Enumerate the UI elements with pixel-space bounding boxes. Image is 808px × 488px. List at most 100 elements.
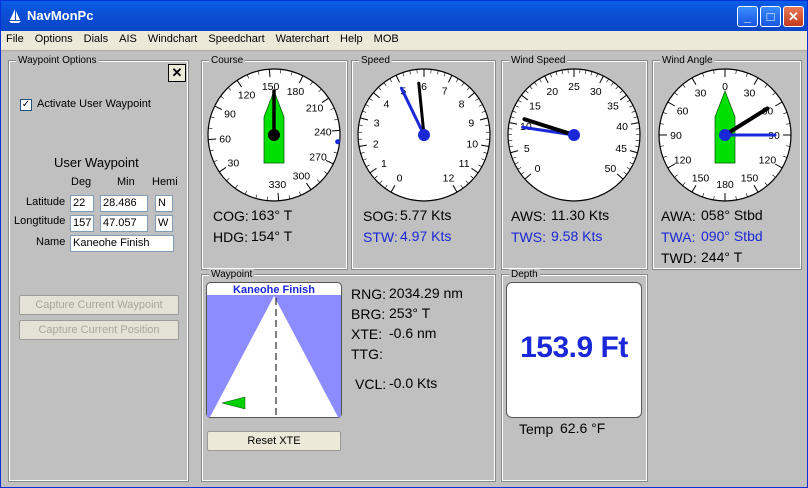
waypoint-options-label: Waypoint Options: [16, 55, 99, 66]
menu-dials[interactable]: Dials: [79, 31, 114, 45]
speed-tick-label: 10: [466, 139, 478, 151]
app-window: NavMonPc _ □ ✕ File Options Dials AIS Windch…: [0, 0, 808, 488]
windangle-tick-label: 120: [759, 155, 777, 167]
speed-dial: 0123456789101112: [357, 68, 491, 202]
cog-value: 163° T: [251, 207, 293, 223]
activate-waypoint-label: Activate User Waypoint: [37, 98, 151, 110]
hdg-value: 154° T: [251, 228, 293, 244]
windspeed-tick-label: 5: [524, 143, 530, 155]
maximize-button[interactable]: □: [760, 6, 781, 27]
twa-label: TWA:: [661, 229, 696, 245]
latitude-min-input[interactable]: 28.486: [100, 195, 148, 212]
sog-label: SOG:: [363, 208, 399, 224]
windspeed-tick-label: 25: [568, 81, 580, 93]
cog-marker: [335, 139, 341, 145]
activate-waypoint-checkbox[interactable]: ✓: [20, 99, 32, 111]
depth-display: 153.9 Ft: [506, 282, 642, 418]
compass-major-tick: [208, 138, 217, 141]
close-button[interactable]: ✕: [783, 6, 804, 27]
menu-mob[interactable]: MOB: [369, 31, 405, 45]
speed-tick-label: 7: [442, 86, 448, 98]
wind-speed-dial: 05101520253035404550: [507, 68, 641, 202]
reset-xte-button[interactable]: Reset XTE: [207, 431, 341, 451]
latitude-deg-input[interactable]: 22: [70, 195, 94, 212]
windspeed-tick-label: 20: [546, 86, 558, 98]
waypoint-options-panel: Waypoint Options ✕ ✓ Activate User Waypo…: [8, 55, 189, 482]
windspeed-tick-label: 45: [615, 143, 627, 155]
capture-waypoint-button[interactable]: Capture Current Waypoint: [19, 295, 179, 315]
speed-tick-label: 8: [459, 99, 465, 111]
vcl-value: -0.0 Kts: [389, 375, 438, 391]
waypoint-panel: Waypoint Kaneohe Finish Reset XTE RNG: 2…: [201, 269, 496, 482]
close-icon: ✕: [788, 9, 799, 24]
menu-options[interactable]: Options: [30, 31, 79, 45]
compass-tick-label: 270: [309, 151, 327, 163]
compass-dial: 330 30 60 90120 150 180210 240 270 300: [207, 68, 341, 202]
windspeed-tick-label: 50: [605, 163, 617, 175]
compass-tick-label: 210: [306, 103, 324, 115]
windangle-tick-label: 150: [692, 172, 710, 184]
windspeed-tick-label: 15: [529, 100, 541, 112]
menu-speedchart[interactable]: Speedchart: [203, 31, 270, 45]
col-hemi-label: Hemi: [152, 176, 178, 188]
windangle-hub: [719, 129, 731, 141]
waypoint-name-title: Kaneohe Finish: [233, 284, 315, 296]
menu-ais[interactable]: AIS: [114, 31, 143, 45]
minimize-button[interactable]: _: [737, 6, 758, 27]
menu-bar: File Options Dials AIS Windchart Speedchart Wa…: [1, 31, 807, 51]
waypoint-name-input[interactable]: Kaneohe Finish: [70, 235, 174, 252]
twa-value: 090° Stbd: [701, 228, 763, 244]
tws-value: 9.58 Kts: [551, 228, 603, 244]
latitude-label: Latitude: [26, 196, 66, 208]
compass-tick-label: 30: [228, 157, 240, 169]
capture-position-button[interactable]: Capture Current Position: [19, 320, 179, 340]
menu-waterchart[interactable]: Waterchart: [271, 31, 335, 45]
speed-tick-label: 4: [384, 99, 390, 111]
latitude-hemi-input[interactable]: N: [155, 195, 173, 212]
windangle-tick-label: 150: [741, 172, 759, 184]
windspeed-hub: [568, 129, 580, 141]
longitude-hemi-input[interactable]: W: [155, 215, 173, 232]
windspeed-tick-label: 40: [616, 121, 628, 133]
xte-value: -0.6 nm: [389, 325, 437, 341]
checkmark-icon: ✓: [21, 99, 31, 110]
speed-label: Speed: [359, 55, 392, 66]
compass-major-tick: [331, 129, 340, 132]
menu-windchart[interactable]: Windchart: [143, 31, 204, 45]
longitude-label: Longtitude: [14, 215, 66, 227]
windangle-tick-label: 180: [716, 179, 734, 191]
windangle-tick-label: 120: [674, 155, 692, 167]
longitude-min-input[interactable]: 47.057: [100, 215, 148, 232]
vcl-label: VCL:: [355, 376, 387, 392]
windspeed-tick-label: 30: [590, 86, 602, 98]
compass-tick-label: 90: [224, 109, 236, 121]
window-title: NavMonPc: [27, 8, 94, 23]
brg-label: BRG:: [351, 306, 386, 322]
stw-value: 4.97 Kts: [400, 228, 452, 244]
minimize-icon: _: [743, 9, 752, 24]
maximize-icon: □: [766, 9, 775, 24]
panel-close-button[interactable]: ✕: [168, 64, 186, 82]
wind-angle-label: Wind Angle: [660, 55, 715, 66]
aws-label: AWS:: [511, 208, 547, 224]
stw-label: STW:: [363, 229, 398, 245]
speed-tick-label: 0: [397, 172, 403, 184]
longitude-deg-input[interactable]: 157: [70, 215, 94, 232]
xte-label: XTE:: [351, 326, 383, 342]
menu-help[interactable]: Help: [335, 31, 369, 45]
tws-label: TWS:: [511, 229, 546, 245]
speed-tick-label: 12: [443, 172, 455, 184]
speed-tick-label: 2: [373, 139, 379, 151]
windspeed-tick-label: 0: [535, 163, 541, 175]
rng-value: 2034.29 nm: [389, 285, 463, 301]
temp-value: 62.6 °F: [560, 420, 606, 436]
main-area: Waypoint Options ✕ ✓ Activate User Waypo…: [1, 51, 807, 487]
col-deg-label: Deg: [71, 176, 92, 188]
compass-major-tick: [277, 192, 280, 201]
compass-tick-label: 240: [314, 127, 332, 139]
windspeed-tick-label: 35: [607, 100, 619, 112]
title-bar[interactable]: NavMonPc _ □ ✕: [1, 1, 807, 31]
sailboat-icon: [9, 9, 21, 23]
menu-file[interactable]: File: [1, 31, 30, 45]
awa-label: AWA:: [661, 208, 696, 224]
